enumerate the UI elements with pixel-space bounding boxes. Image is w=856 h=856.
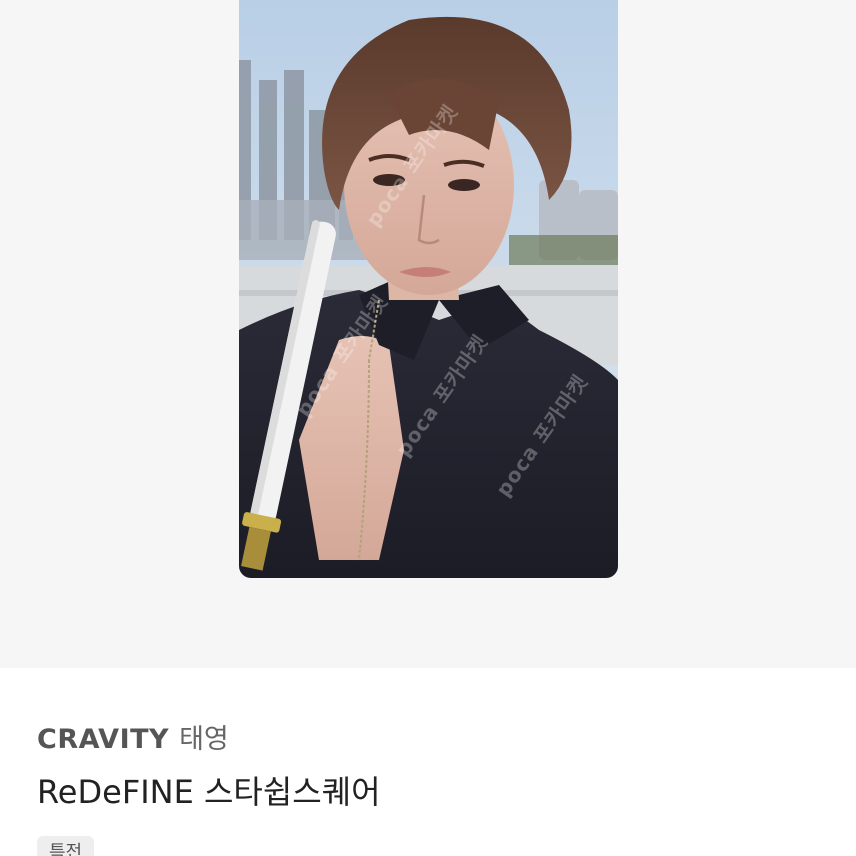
photocard-image[interactable]: poca 포카마켓 poca 포카마켓 poca 포카마켓 poca 포카마켓 — [239, 0, 618, 578]
product-detail-page: poca 포카마켓 poca 포카마켓 poca 포카마켓 poca 포카마켓 … — [0, 0, 856, 856]
product-info-section: CRAVITY 태영 ReDeFINE 스타쉽스퀘어 특전 — [0, 668, 856, 856]
member-name[interactable]: 태영 — [179, 724, 229, 755]
artist-name[interactable]: CRAVITY — [37, 724, 169, 755]
photocard-illustration — [239, 0, 618, 578]
product-image-area: poca 포카마켓 poca 포카마켓 poca 포카마켓 poca 포카마켓 — [0, 0, 856, 668]
category-tag[interactable]: 특전 — [37, 836, 95, 856]
artist-line: CRAVITY 태영 — [37, 724, 229, 756]
product-title: ReDeFINE 스타쉽스퀘어 — [37, 773, 381, 811]
